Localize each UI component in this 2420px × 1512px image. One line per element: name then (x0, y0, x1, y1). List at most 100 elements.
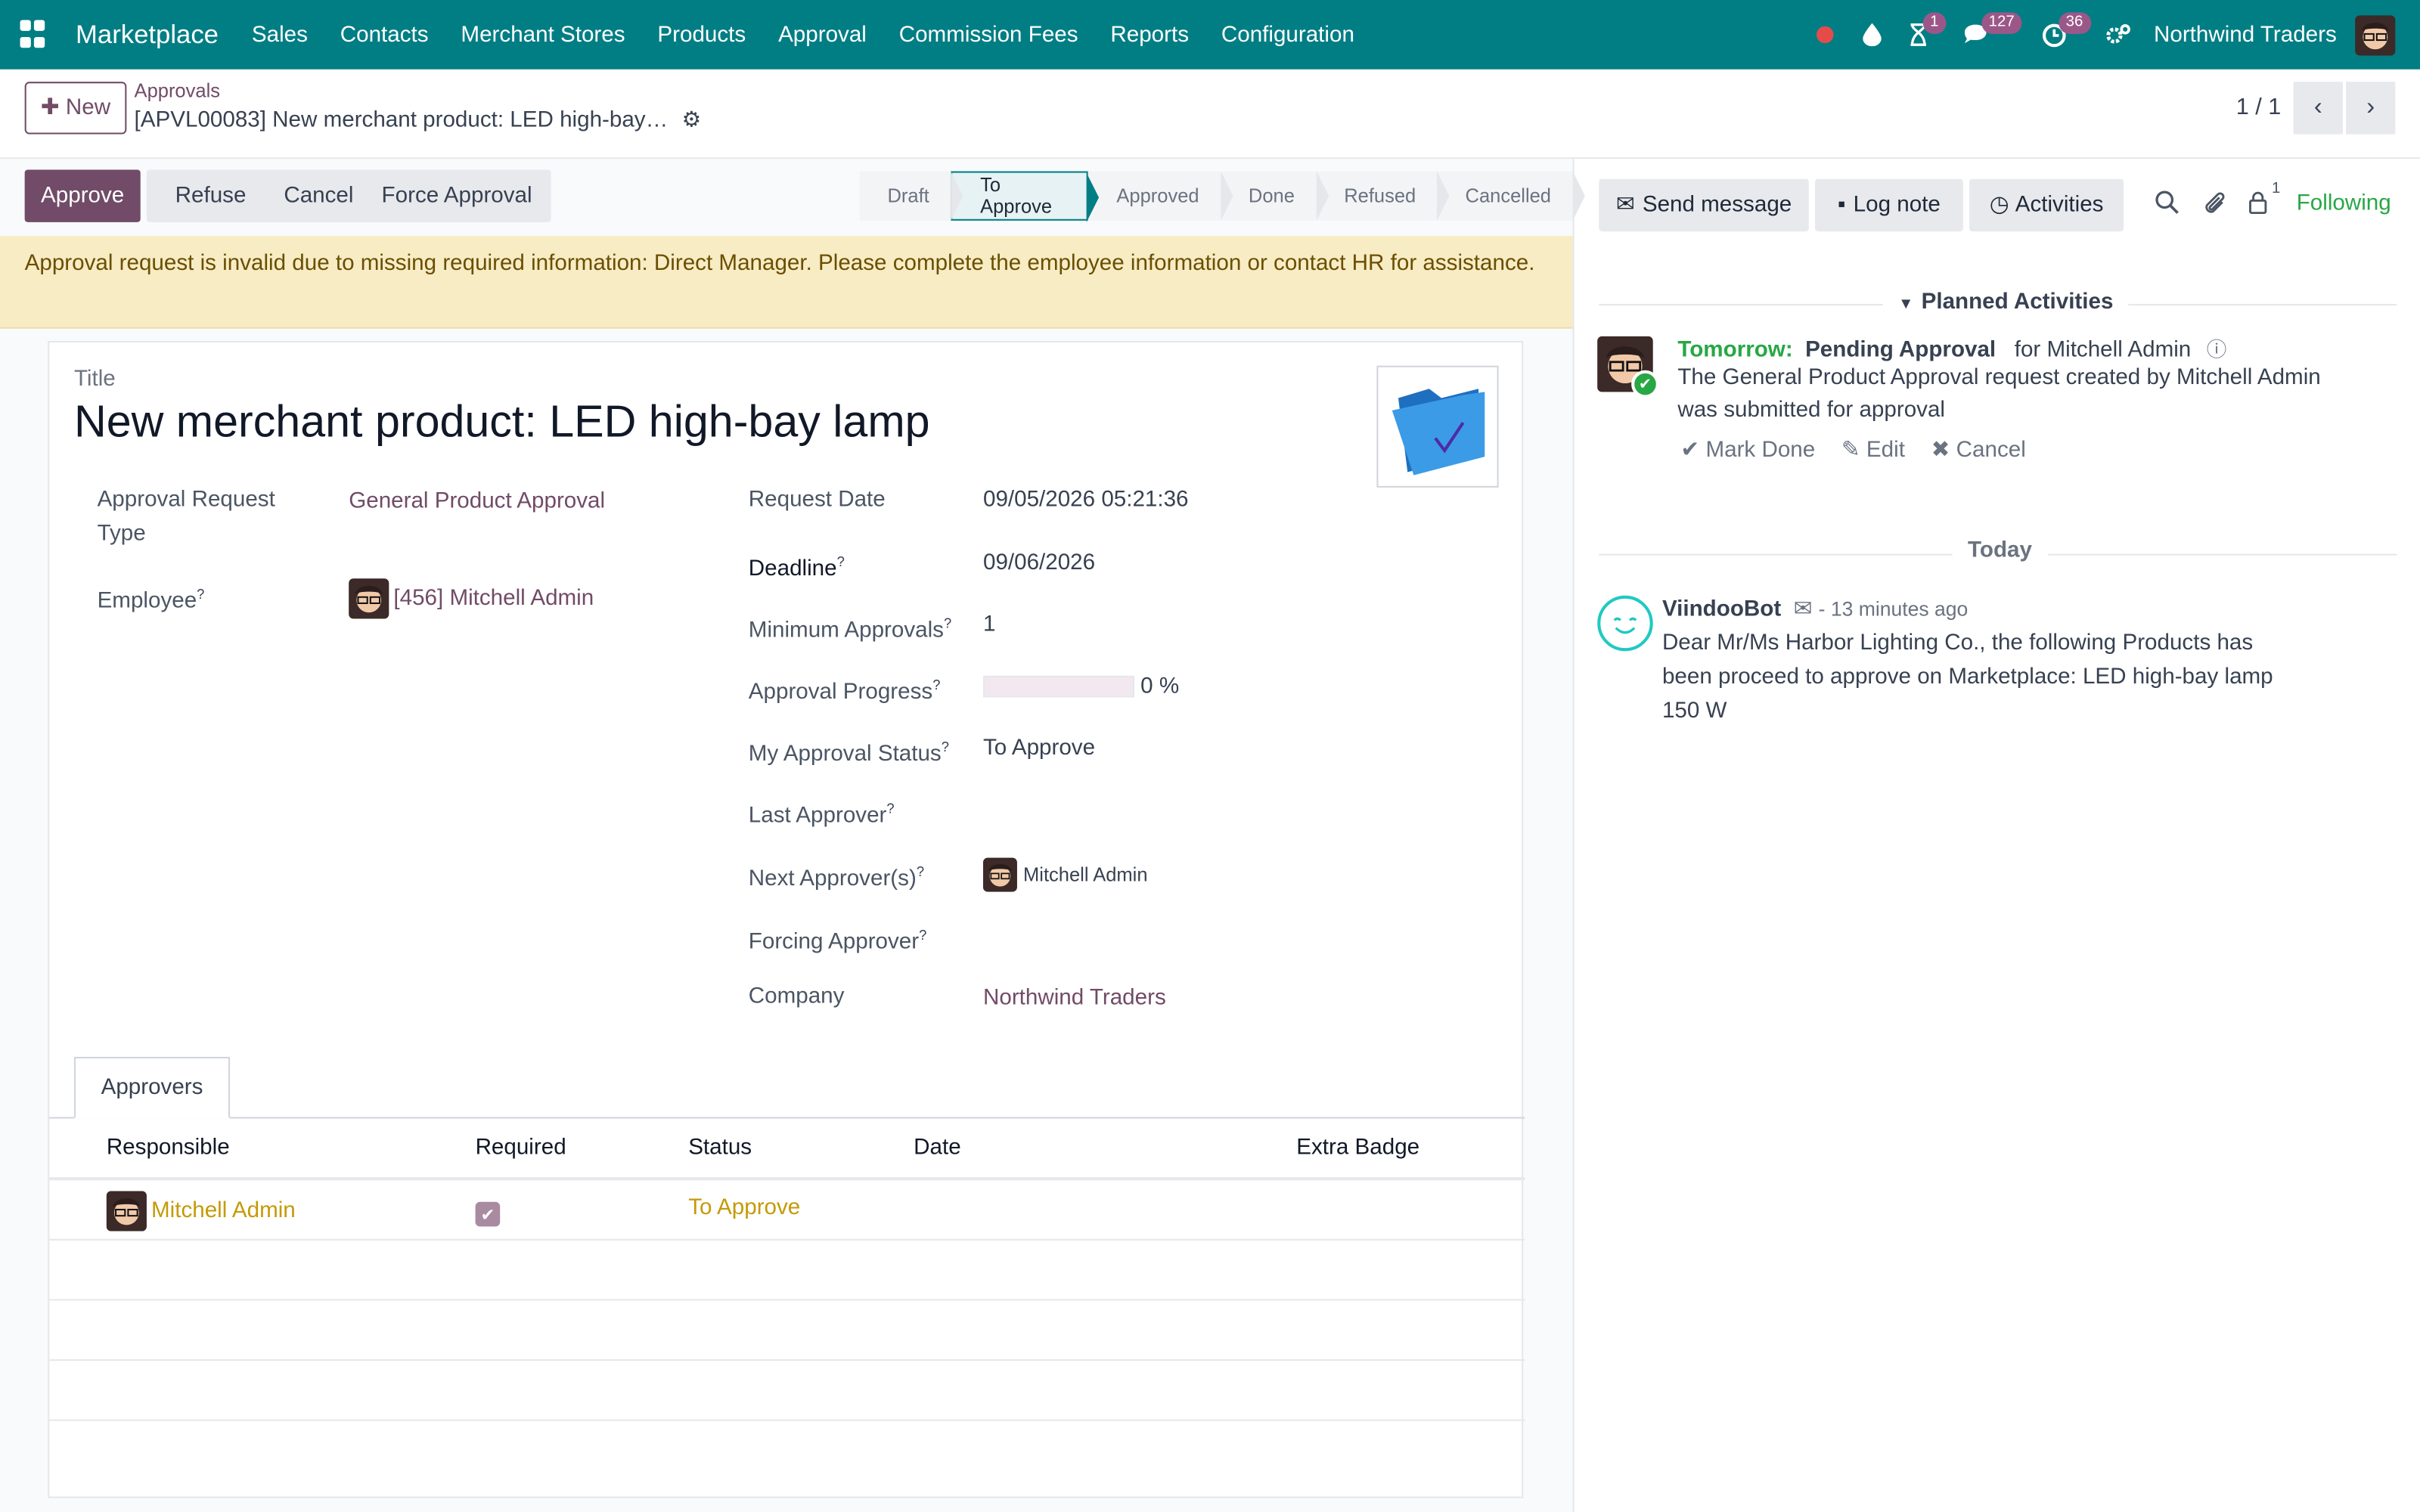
approval-type-label: Approval Request Type (97, 487, 275, 547)
send-message-label: Send message (1642, 193, 1792, 218)
menu-merchant-stores[interactable]: Merchant Stores (445, 23, 641, 48)
deadline-field[interactable]: 09/06/2026 (983, 546, 1095, 580)
activity-for: for Mitchell Admin (2014, 337, 2192, 363)
message-time: - 13 minutes ago (1818, 596, 1969, 621)
required-checkbox[interactable]: ✔ (475, 1201, 501, 1227)
pager-next-button[interactable]: › (2346, 82, 2396, 135)
mark-done-link[interactable]: ✔ Mark Done (1680, 435, 1815, 468)
stage-cancelled[interactable]: Cancelled (1437, 171, 1585, 221)
forcing-approver-label: Forcing Approver? (748, 927, 927, 955)
plus-icon: ✚ (40, 95, 60, 121)
send-message-button[interactable]: ✉ Send message (1599, 178, 1809, 232)
log-note-button[interactable]: ▪ Log note (1814, 178, 1963, 232)
apps-menu-icon[interactable] (20, 19, 51, 51)
app-brand[interactable]: Marketplace (76, 20, 219, 51)
caret-down-icon: ▼ (1898, 296, 1914, 314)
gear-icon[interactable]: ⚙ (682, 107, 702, 133)
settings-gears-icon[interactable] (2095, 0, 2141, 70)
company-switcher[interactable]: Northwind Traders (2154, 23, 2337, 48)
column-extra-badge[interactable]: Extra Badge (1296, 1136, 1419, 1160)
paperclip-icon[interactable] (2202, 190, 2227, 222)
messages-icon[interactable]: 127 (1953, 0, 2022, 70)
record-name: [APVL00083] New merchant product: LED hi… (134, 107, 669, 132)
menu-approval[interactable]: Approval (762, 23, 883, 48)
message-author[interactable]: ViindooBot (1662, 597, 1781, 622)
form-sheet: Title New merchant product: LED high-bay… (48, 341, 1525, 1498)
message-body: Dear Mr/Ms Harbor Lighting Co., the foll… (1661, 631, 2273, 724)
progress-text: 0 % (1140, 674, 1180, 699)
note-icon: ▪ (1837, 193, 1846, 218)
table-row-empty (49, 1362, 1525, 1421)
min-approvals-field: 1 (982, 612, 996, 637)
row-responsible[interactable]: Mitchell Admin (106, 1191, 296, 1232)
messages-badge: 127 (1981, 12, 2022, 34)
request-date-field[interactable]: 09/05/2026 05:21:36 (983, 483, 1189, 517)
bot-avatar-icon (1597, 595, 1653, 652)
new-button[interactable]: ✚ New (24, 82, 127, 135)
my-status-field: To Approve (982, 736, 1096, 761)
planned-activities-toggle[interactable]: ▼ Planned Activities (1882, 290, 2129, 315)
activities-button[interactable]: ◷ Activities (1969, 178, 2124, 232)
approve-button[interactable]: Approve (24, 169, 141, 222)
column-date[interactable]: Date (914, 1136, 961, 1160)
user-avatar[interactable] (2355, 14, 2396, 55)
cancel-activity-link[interactable]: ✖ Cancel (1931, 435, 2026, 468)
menu-products[interactable]: Products (641, 23, 762, 48)
min-approvals-label: Minimum Approvals? (748, 615, 952, 643)
employee-name[interactable]: [456] Mitchell Admin (393, 581, 594, 615)
edit-link[interactable]: ✎ Edit (1841, 435, 1905, 468)
menu-reports[interactable]: Reports (1094, 23, 1205, 48)
column-responsible[interactable]: Responsible (107, 1136, 230, 1160)
next-approver-field: Mitchell Admin (982, 857, 1148, 892)
stage-refused[interactable]: Refused (1316, 171, 1450, 221)
following-button[interactable]: Following (2297, 191, 2391, 216)
pager-value[interactable]: 1 / 1 (2236, 94, 2282, 120)
table-row-empty (49, 1302, 1525, 1361)
column-required[interactable]: Required (476, 1136, 566, 1160)
menu-contacts[interactable]: Contacts (324, 23, 445, 48)
log-note-label: Log note (1853, 193, 1941, 218)
menu-commission-fees[interactable]: Commission Fees (883, 23, 1094, 48)
employee-avatar (349, 578, 389, 619)
drop-icon[interactable] (1848, 0, 1894, 70)
check-circle-icon: ✔ (1631, 370, 1659, 398)
employee-field[interactable]: [456] Mitchell Admin (349, 578, 594, 619)
clock-icon[interactable]: 36 (2031, 0, 2091, 70)
company-field[interactable]: Northwind Traders (983, 981, 1166, 1015)
clock-outline-icon: ◷ (1989, 193, 2009, 218)
deadline-label: Deadline? (748, 553, 845, 582)
search-icon[interactable] (2155, 190, 2180, 221)
pager-previous-button[interactable]: ‹ (2293, 82, 2343, 135)
title-field[interactable]: New merchant product: LED high-bay lamp (74, 398, 930, 449)
approval-type-field[interactable]: General Product Approval (349, 485, 605, 519)
pencil-icon: ✎ (1841, 438, 1866, 463)
menu-sales[interactable]: Sales (235, 23, 324, 48)
stage-approved[interactable]: Approved (1088, 171, 1233, 221)
tab-approvers[interactable]: Approvers (73, 1056, 231, 1119)
approvers-table-header: Responsible Required Status Date Extra B… (49, 1119, 1525, 1181)
progress-label: Approval Progress? (748, 677, 941, 705)
table-row[interactable]: Mitchell Admin ✔ To Approve (49, 1182, 1525, 1241)
my-status-label: My Approval Status? (748, 739, 949, 767)
stage-draft[interactable]: Draft (859, 171, 963, 221)
breadcrumb-parent[interactable]: Approvals (135, 80, 220, 102)
info-icon[interactable]: ⓘ (2207, 338, 2227, 361)
employee-label: Employee? (97, 586, 205, 614)
message-header: ViindooBot ✉ - 13 minutes ago (1662, 593, 1968, 627)
systray: 1 127 36 Northwind Traders (1802, 0, 2420, 70)
record-image[interactable] (1376, 365, 1499, 488)
warning-alert: Approval request is invalid due to missi… (0, 236, 1573, 329)
stage-done[interactable]: Done (1221, 171, 1329, 221)
stage-to-approve[interactable]: To Approve (951, 171, 1100, 222)
record-icon[interactable] (1802, 0, 1848, 70)
table-row-empty (49, 1242, 1525, 1301)
hourglass-icon[interactable]: 1 (1894, 0, 1947, 70)
force-approval-button[interactable]: Force Approval (362, 169, 551, 222)
form-area: Approve Refuse Cancel Force Approval Dra… (0, 159, 1585, 1512)
chatter-panel: ✉ Send message ▪ Log note ◷ Activities 1 Fo… (1572, 159, 2420, 1512)
followers-icon[interactable]: 1 (2247, 181, 2280, 221)
next-approver-avatar (982, 857, 1017, 892)
menu-configuration[interactable]: Configuration (1205, 23, 1370, 48)
activity-actions: ✔ Mark Done ✎ Edit ✖ Cancel (1677, 435, 2025, 468)
column-status[interactable]: Status (688, 1136, 752, 1160)
